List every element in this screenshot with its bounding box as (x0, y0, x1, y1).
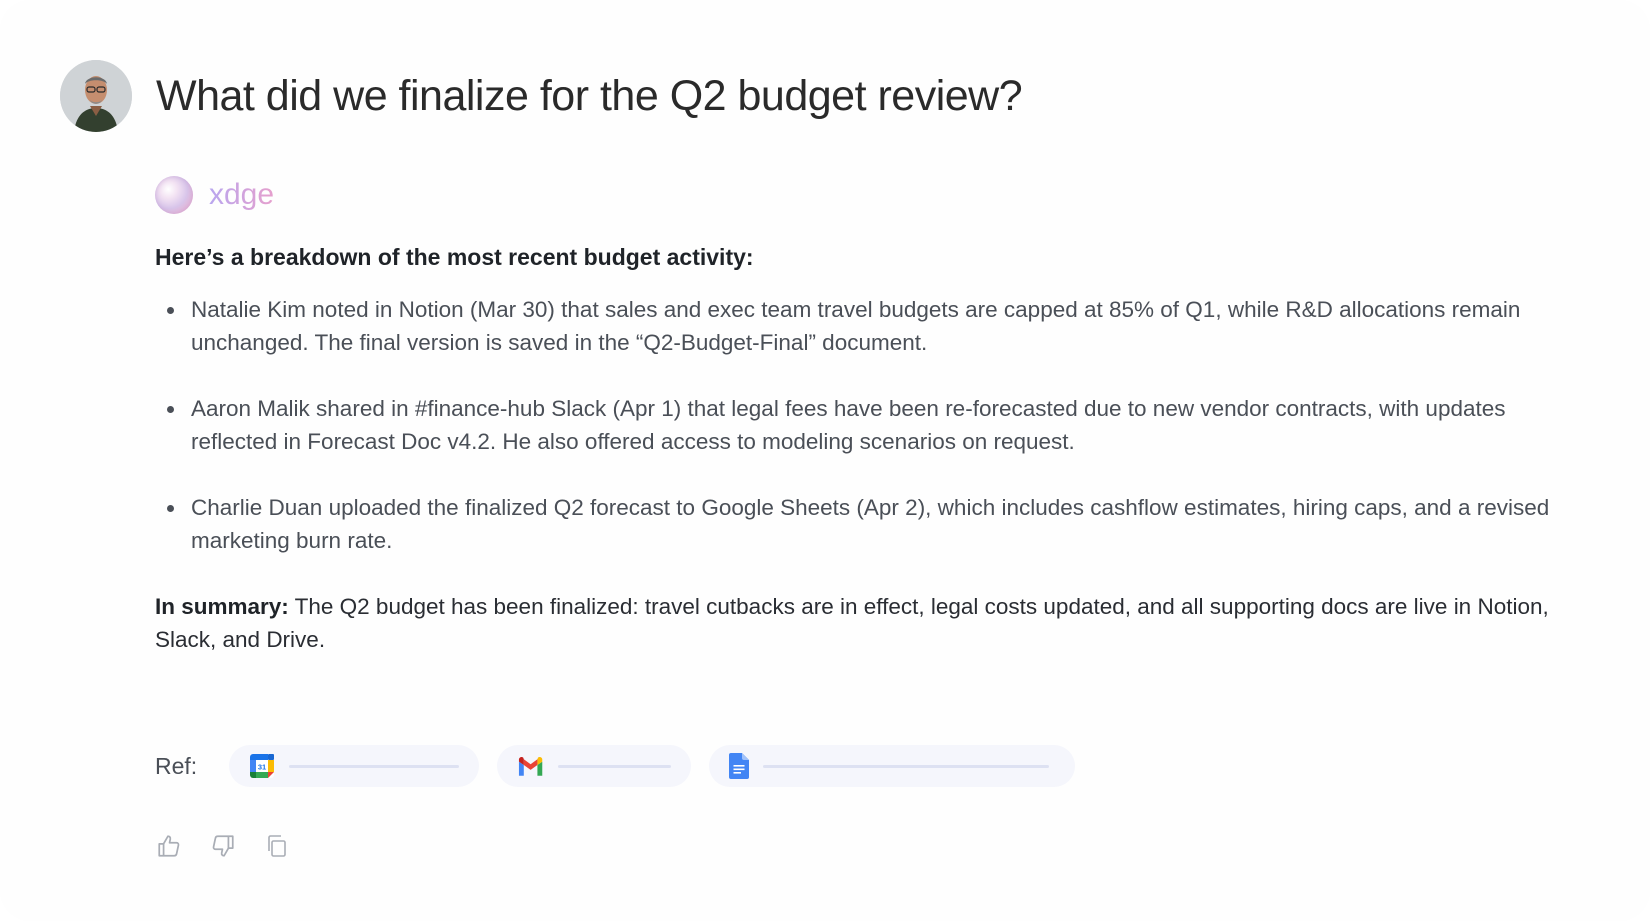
bullet-dot-icon (167, 406, 174, 413)
reference-placeholder-line (289, 764, 459, 768)
answer-bullet-text: Aaron Malik shared in #finance-hub Slack… (191, 396, 1506, 454)
thumbs-down-button[interactable] (209, 832, 237, 860)
references-label: Ref: (155, 752, 198, 779)
avatar-portrait (60, 60, 132, 132)
answer-summary: In summary: The Q2 budget has been final… (155, 590, 1585, 656)
answer-bullet: Charlie Duan uploaded the finalized Q2 f… (155, 491, 1585, 557)
gmail-icon (518, 757, 543, 776)
answer-bullet-list: Natalie Kim noted in Notion (Mar 30) tha… (155, 293, 1585, 557)
google-calendar-icon: 31 (250, 754, 274, 778)
question-text: What did we finalize for the Q2 budget r… (156, 71, 1023, 120)
reference-placeholder-line (558, 764, 671, 768)
user-avatar (60, 60, 132, 132)
copy-button[interactable] (263, 832, 291, 860)
reference-chip-docs[interactable] (709, 745, 1075, 787)
calendar-day-number: 31 (258, 763, 266, 772)
answer-bullet-text: Natalie Kim noted in Notion (Mar 30) tha… (191, 297, 1521, 355)
thumbs-up-button[interactable] (155, 832, 183, 860)
google-docs-icon (729, 753, 749, 779)
summary-label: In summary: (155, 594, 289, 619)
copy-icon (268, 835, 286, 857)
user-question-row: What did we finalize for the Q2 budget r… (60, 60, 1023, 132)
reference-chip-calendar[interactable]: 31 (229, 745, 479, 787)
answer-bullet: Aaron Malik shared in #finance-hub Slack… (155, 392, 1585, 458)
assistant-answer: Here’s a breakdown of the most recent bu… (155, 244, 1585, 656)
feedback-actions (155, 832, 317, 860)
thumbs-down-icon (212, 835, 234, 857)
reference-chip-gmail[interactable] (497, 745, 691, 787)
assistant-header: xdge (155, 176, 274, 214)
summary-text: The Q2 budget has been finalized: travel… (155, 594, 1549, 652)
thumbs-up-icon (158, 835, 180, 857)
answer-bullet: Natalie Kim noted in Notion (Mar 30) tha… (155, 293, 1585, 359)
answer-lead: Here’s a breakdown of the most recent bu… (155, 244, 754, 270)
references-row: Ref: 31 (155, 745, 1093, 787)
assistant-orb-icon (155, 176, 193, 214)
answer-bullet-text: Charlie Duan uploaded the finalized Q2 f… (191, 495, 1550, 553)
bullet-dot-icon (167, 307, 174, 314)
assistant-name: xdge (209, 178, 275, 211)
bullet-dot-icon (167, 505, 174, 512)
chat-panel: What did we finalize for the Q2 budget r… (0, 0, 1650, 921)
reference-placeholder-line (763, 764, 1049, 768)
